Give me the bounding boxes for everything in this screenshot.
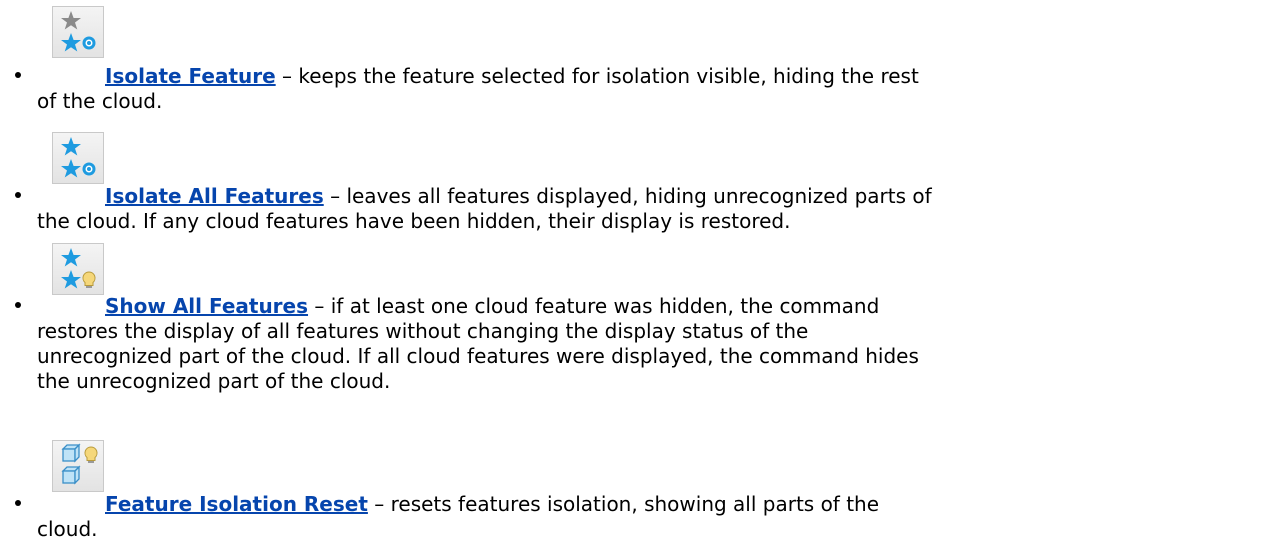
item-line-1: Show All Features – if at least one clou… (105, 294, 879, 318)
bullet (15, 302, 21, 308)
item-description: – resets features isolation, showing all… (367, 492, 880, 516)
item-description: – keeps the feature selected for isolati… (275, 64, 919, 88)
feature-isolation-reset-link[interactable]: Feature Isolation Reset (105, 492, 368, 516)
item-line-1: Isolate Feature – keeps the feature sele… (105, 64, 919, 88)
isolate-feature-link[interactable]: Isolate Feature (105, 64, 276, 88)
item-line-2: cloud. (37, 517, 98, 541)
show-all-features-link[interactable]: Show All Features (105, 294, 308, 318)
item-description: – if at least one cloud feature was hidd… (308, 294, 880, 318)
item-line-2: restores the display of all features wit… (37, 319, 809, 343)
bullet (15, 500, 21, 506)
bullet (15, 72, 21, 78)
show-all-features-icon (52, 243, 104, 295)
item-line-3: unrecognized part of the cloud. If all c… (37, 344, 919, 368)
item-line-1: Isolate All Features – leaves all featur… (105, 184, 932, 208)
isolate-all-features-link[interactable]: Isolate All Features (105, 184, 324, 208)
bullet (15, 192, 21, 198)
feature-isolation-reset-icon (52, 440, 104, 492)
isolate-feature-icon (52, 6, 104, 58)
item-line-4: the unrecognized part of the cloud. (37, 369, 391, 393)
item-description: – leaves all features displayed, hiding … (323, 184, 932, 208)
item-line-1: Feature Isolation Reset – resets feature… (105, 492, 879, 516)
isolate-all-features-icon (52, 132, 104, 184)
item-line-2: of the cloud. (37, 89, 163, 113)
item-line-2: the cloud. If any cloud features have be… (37, 209, 791, 233)
